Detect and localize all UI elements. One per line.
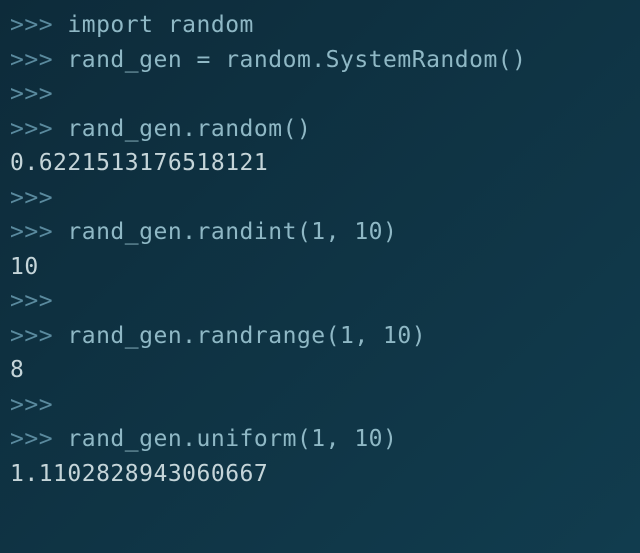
repl-prompt: >>> xyxy=(10,323,67,349)
repl-code: rand_gen.randrange(1, 10) xyxy=(67,323,426,349)
terminal-line: >>> rand_gen.uniform(1, 10) xyxy=(10,422,630,457)
terminal-line: >>> rand_gen = random.SystemRandom() xyxy=(10,43,630,78)
repl-output: 8 xyxy=(10,357,24,383)
repl-prompt: >>> xyxy=(10,392,53,418)
terminal-line: >>> import random xyxy=(10,8,630,43)
repl-prompt: >>> xyxy=(10,185,53,211)
terminal-line: >>> rand_gen.randint(1, 10) xyxy=(10,215,630,250)
repl-output: 1.1102828943060667 xyxy=(10,461,268,487)
repl-code: rand_gen.random() xyxy=(67,116,311,142)
repl-prompt: >>> xyxy=(10,47,67,73)
terminal-line: >>> xyxy=(10,388,630,423)
terminal-line: 10 xyxy=(10,250,630,285)
terminal-line: >>> rand_gen.random() xyxy=(10,112,630,147)
repl-code: rand_gen = random.SystemRandom() xyxy=(67,47,526,73)
terminal-line: 1.1102828943060667 xyxy=(10,457,630,492)
repl-code: rand_gen.randint(1, 10) xyxy=(67,219,397,245)
repl-prompt: >>> xyxy=(10,81,53,107)
terminal-line: >>> rand_gen.randrange(1, 10) xyxy=(10,319,630,354)
repl-output: 0.6221513176518121 xyxy=(10,150,268,176)
repl-prompt: >>> xyxy=(10,12,67,38)
terminal-line: >>> xyxy=(10,77,630,112)
repl-prompt: >>> xyxy=(10,288,53,314)
repl-prompt: >>> xyxy=(10,219,67,245)
repl-prompt: >>> xyxy=(10,426,67,452)
repl-output: 10 xyxy=(10,254,39,280)
repl-code: import random xyxy=(67,12,254,38)
terminal-line: 0.6221513176518121 xyxy=(10,146,630,181)
terminal-line: 8 xyxy=(10,353,630,388)
terminal-line: >>> xyxy=(10,284,630,319)
repl-prompt: >>> xyxy=(10,116,67,142)
terminal-line: >>> xyxy=(10,181,630,216)
repl-code: rand_gen.uniform(1, 10) xyxy=(67,426,397,452)
terminal-output: >>> import random>>> rand_gen = random.S… xyxy=(10,8,630,491)
